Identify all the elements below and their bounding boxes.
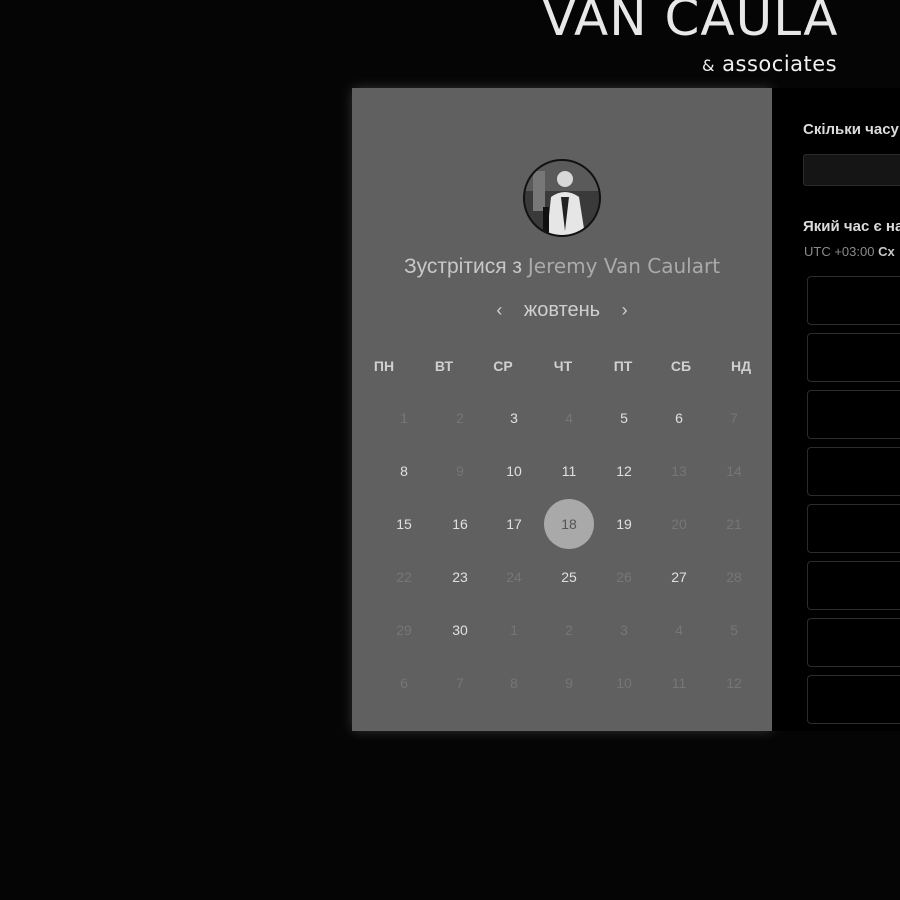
meet-prefix: Зустрітися з [403, 255, 523, 278]
calendar-day-available[interactable]: 27 [659, 569, 699, 585]
calendar-day-available[interactable]: 15 [384, 516, 424, 532]
calendar-day-available[interactable]: 17 [494, 516, 534, 532]
calendar-day-available[interactable]: 25 [549, 569, 589, 585]
weekday-2: СР [493, 358, 513, 374]
calendar-day-unavailable: 12 [726, 675, 742, 691]
calendar-day-unavailable: 2 [565, 622, 573, 638]
brand-name: VAN CAULA [542, 0, 839, 47]
duration-select[interactable] [803, 154, 900, 186]
timezone-offset: UTC +03:00 [804, 244, 875, 259]
booking-panel: Скільки часу Який час є на UTC +03:00 Сх [772, 88, 900, 731]
time-slot-button[interactable] [807, 561, 900, 610]
calendar-day-unavailable: 8 [510, 675, 518, 691]
host-photo-icon [525, 161, 599, 235]
current-month: жовтень [523, 299, 601, 321]
weekday-4: ПТ [613, 358, 633, 374]
timezone-name: Сх [878, 244, 895, 259]
calendar-day-available[interactable]: 11 [549, 463, 589, 479]
calendar-day-unavailable: 2 [456, 410, 464, 426]
time-label: Який час є на [803, 218, 900, 235]
brand-associates: associates [722, 52, 838, 76]
calendar-day-unavailable: 9 [565, 675, 573, 691]
time-slot-button[interactable] [807, 390, 900, 439]
duration-label: Скільки часу [803, 121, 899, 138]
host-avatar [523, 159, 601, 237]
prev-month-icon[interactable]: ‹ [488, 300, 510, 321]
calendar-day-unavailable: 5 [730, 622, 738, 638]
weekday-header: ПН ВТ СР ЧТ ПТ СБ НД [352, 358, 772, 374]
calendar-day-unavailable: 7 [730, 410, 738, 426]
weekday-3: ЧТ [553, 358, 573, 374]
calendar-day-unavailable: 21 [726, 516, 742, 532]
calendar-day-unavailable: 11 [671, 675, 687, 691]
time-slot-button[interactable] [807, 504, 900, 553]
calendar-day-unavailable: 10 [616, 675, 632, 691]
host-name: Jeremy Van Caulart [527, 254, 721, 278]
calendar-day-available[interactable]: 5 [604, 410, 644, 426]
brand-subtitle: & associates [702, 52, 837, 76]
calendar-day-unavailable: 9 [456, 463, 464, 479]
calendar-day-unavailable: 20 [671, 516, 687, 532]
calendar-day-unavailable: 7 [456, 675, 464, 691]
calendar-day-available[interactable]: 19 [604, 516, 644, 532]
calendar-day-available[interactable]: 8 [384, 463, 424, 479]
calendar-day-unavailable: 13 [671, 463, 687, 479]
calendar-day-available[interactable]: 30 [440, 622, 480, 638]
weekday-5: СБ [670, 358, 692, 374]
calendar-day-unavailable: 3 [620, 622, 628, 638]
calendar-day-unavailable: 4 [675, 622, 683, 638]
calendar-day-unavailable: 14 [726, 463, 742, 479]
calendar-day-selected[interactable]: 18 [544, 499, 594, 549]
weekday-6: НД [730, 358, 752, 374]
calendar-day-unavailable: 6 [400, 675, 408, 691]
time-slot-button[interactable] [807, 447, 900, 496]
calendar-day-available[interactable]: 10 [494, 463, 534, 479]
brand-logo: VAN CAULA & associates [542, 0, 839, 76]
calendar-day-unavailable: 24 [506, 569, 522, 585]
calendar-day-unavailable: 4 [565, 410, 573, 426]
time-slot-button[interactable] [807, 675, 900, 724]
calendar-day-unavailable: 28 [726, 569, 742, 585]
calendar-day-unavailable: 22 [396, 569, 412, 585]
brand-ampersand: & [702, 56, 715, 75]
calendar-day-available[interactable]: 12 [604, 463, 644, 479]
time-slot-button[interactable] [807, 276, 900, 325]
calendar-card: Зустрітися з Jeremy Van Caulart ‹ жовтен… [352, 88, 772, 731]
next-month-icon[interactable]: › [614, 300, 636, 321]
time-slot-button[interactable] [807, 618, 900, 667]
weekday-1: ВТ [434, 358, 454, 374]
calendar-day-available[interactable]: 3 [494, 410, 534, 426]
calendar-day-unavailable: 26 [616, 569, 632, 585]
timezone-selector[interactable]: UTC +03:00 Сх [804, 244, 895, 259]
calendar-day-unavailable: 1 [400, 410, 408, 426]
weekday-0: ПН [373, 358, 395, 374]
meet-title: Зустрітися з Jeremy Van Caulart [352, 254, 772, 279]
time-slot-button[interactable] [807, 333, 900, 382]
calendar-day-available[interactable]: 6 [659, 410, 699, 426]
calendar-day-available[interactable]: 23 [440, 569, 480, 585]
calendar-day-available[interactable]: 16 [440, 516, 480, 532]
calendar-day-unavailable: 1 [510, 622, 518, 638]
calendar-day-unavailable: 29 [396, 622, 412, 638]
month-navigation: ‹ жовтень › [352, 299, 772, 322]
